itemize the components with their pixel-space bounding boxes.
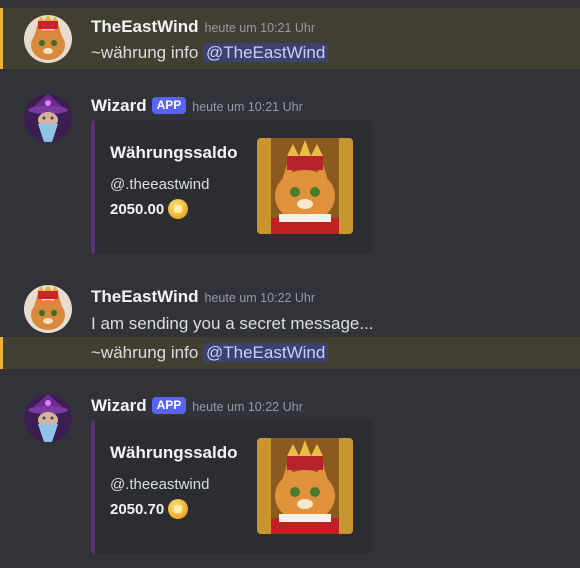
message-timestamp: heute um 10:22 Uhr xyxy=(192,400,303,414)
embed-username: @.theeastwind xyxy=(110,176,210,193)
message-timestamp: heute um 10:21 Uhr xyxy=(192,100,303,114)
message-text: ~währung info @TheEastWind xyxy=(91,43,329,63)
app-badge: APP xyxy=(151,397,187,414)
embed-thumbnail[interactable] xyxy=(257,138,353,234)
embed-username: @.theeastwind xyxy=(110,476,210,493)
message-author[interactable]: TheEastWind heute um 10:21 Uhr xyxy=(91,17,315,37)
message-3[interactable]: TheEastWind heute um 10:22 Uhr I am sendi… xyxy=(0,275,580,335)
user-mention[interactable]: @TheEastWind xyxy=(203,343,329,362)
coin-icon xyxy=(168,199,189,219)
currency-embed: Währungssaldo @.theeastwind 2050.70 xyxy=(91,420,372,554)
balance-value: 2050.70 xyxy=(110,500,165,518)
balance-value: 2050.00 xyxy=(110,200,165,218)
message-author[interactable]: Wizard APP heute um 10:22 Uhr xyxy=(91,396,303,416)
embed-title: Währungssaldo xyxy=(110,143,238,162)
message-author[interactable]: Wizard APP heute um 10:21 Uhr xyxy=(91,96,303,116)
message-author[interactable]: TheEastWind heute um 10:22 Uhr xyxy=(91,287,315,307)
message-2[interactable]: Wizard APP heute um 10:21 Uhr Währungssald… xyxy=(0,84,580,259)
message-1[interactable]: TheEastWind heute um 10:21 Uhr ~währung i… xyxy=(0,8,580,69)
embed-balance: 2050.00 xyxy=(110,199,189,219)
currency-embed: Währungssaldo @.theeastwind 2050.00 xyxy=(91,120,372,254)
avatar-wizard[interactable] xyxy=(24,394,72,442)
author-name[interactable]: Wizard xyxy=(91,396,147,415)
author-name[interactable]: TheEastWind xyxy=(91,17,199,36)
avatar-theeastwind[interactable] xyxy=(24,285,72,333)
avatar-wizard[interactable] xyxy=(24,94,72,142)
coin-icon xyxy=(168,499,189,519)
avatar-theeastwind[interactable] xyxy=(24,15,72,63)
user-mention[interactable]: @TheEastWind xyxy=(203,43,329,62)
message-timestamp: heute um 10:22 Uhr xyxy=(204,291,316,305)
app-badge: APP xyxy=(151,97,187,114)
message-4[interactable]: Wizard APP heute um 10:22 Uhr Währungssald… xyxy=(0,384,580,559)
embed-title: Währungssaldo xyxy=(110,443,238,462)
message-3-followup[interactable]: ~währung info @TheEastWind xyxy=(0,337,580,369)
embed-balance: 2050.70 xyxy=(110,499,189,519)
message-text: I am sending you a secret message... xyxy=(91,314,374,333)
embed-thumbnail[interactable] xyxy=(257,438,353,534)
message-content: ~währung info xyxy=(91,343,203,362)
author-name[interactable]: TheEastWind xyxy=(91,287,199,306)
message-text: ~währung info @TheEastWind xyxy=(91,343,329,363)
message-timestamp: heute um 10:21 Uhr xyxy=(204,21,316,35)
author-name[interactable]: Wizard xyxy=(91,96,147,115)
message-content: ~währung info xyxy=(91,43,203,62)
